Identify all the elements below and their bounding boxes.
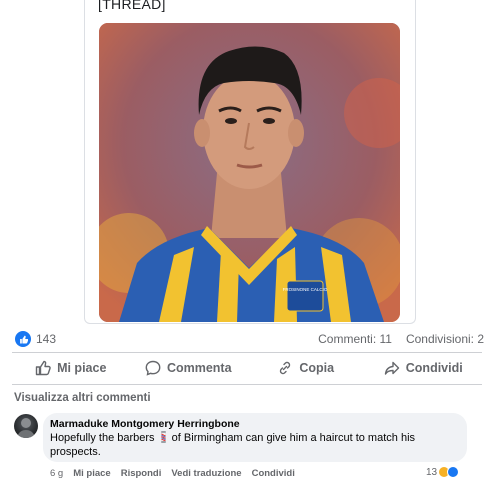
comment-bubble-icon: [145, 360, 161, 376]
thread-tag: [THREAD]: [98, 0, 166, 12]
like-reaction-icon-small: [447, 466, 460, 478]
comment-button[interactable]: Commenta: [130, 354, 248, 382]
reaction-summary[interactable]: 143: [15, 331, 56, 347]
comment-meta: 6 g Mi piace Rispondi Vedi traduzione Co…: [50, 468, 295, 479]
like-reaction-icon: [15, 331, 31, 347]
like-label: Mi piace: [57, 361, 107, 375]
share-arrow-icon: [384, 361, 399, 375]
divider-top: [12, 352, 482, 353]
commenter-avatar[interactable]: [14, 414, 38, 438]
like-thumb-icon: [35, 360, 51, 376]
comment-reactions[interactable]: 13: [426, 466, 460, 478]
share-label: Condividi: [405, 361, 463, 375]
divider-bottom: [12, 384, 482, 385]
view-more-comments-link[interactable]: Visualizza altri commenti: [14, 392, 151, 404]
like-button[interactable]: Mi piace: [12, 354, 130, 382]
link-icon: [280, 361, 291, 375]
comment-translate-link[interactable]: Vedi traduzione: [171, 468, 241, 479]
comment-reply-link[interactable]: Rispondi: [121, 468, 162, 479]
post-photo[interactable]: FROSINONE CALCIO: [99, 23, 400, 322]
jersey-badge-text: FROSINONE CALCIO: [283, 287, 328, 292]
barber-pole-emoji: [160, 431, 166, 443]
comment-time[interactable]: 6 g: [50, 468, 63, 479]
comment-share-link[interactable]: Condividi: [252, 468, 295, 479]
player-portrait: FROSINONE CALCIO: [99, 23, 400, 322]
comment-author[interactable]: Marmaduke Montgomery Herringbone: [50, 418, 460, 430]
share-button[interactable]: Condividi: [365, 354, 483, 382]
post-action-bar: Mi piace Commenta Copia Condividi: [12, 354, 482, 382]
comment-bubble: Marmaduke Montgomery Herringbone Hopeful…: [43, 413, 467, 462]
comment-count[interactable]: Commenti: 11: [318, 332, 392, 346]
comment-text: Hopefully the barbers of Birmingham can …: [50, 431, 460, 459]
copy-button[interactable]: Copia: [247, 354, 365, 382]
share-count[interactable]: Condivisioni: 2: [406, 332, 484, 346]
comment-like-link[interactable]: Mi piace: [73, 468, 111, 479]
like-count: 143: [36, 332, 57, 346]
post-stats: 143 Commenti: 11 Condivisioni: 2: [0, 328, 492, 350]
comment-label: Commenta: [166, 361, 232, 375]
comment-text-start: Hopefully the barbers: [50, 432, 158, 444]
comment-reaction-count: 13: [426, 466, 438, 478]
copy-label: Copia: [299, 361, 335, 375]
